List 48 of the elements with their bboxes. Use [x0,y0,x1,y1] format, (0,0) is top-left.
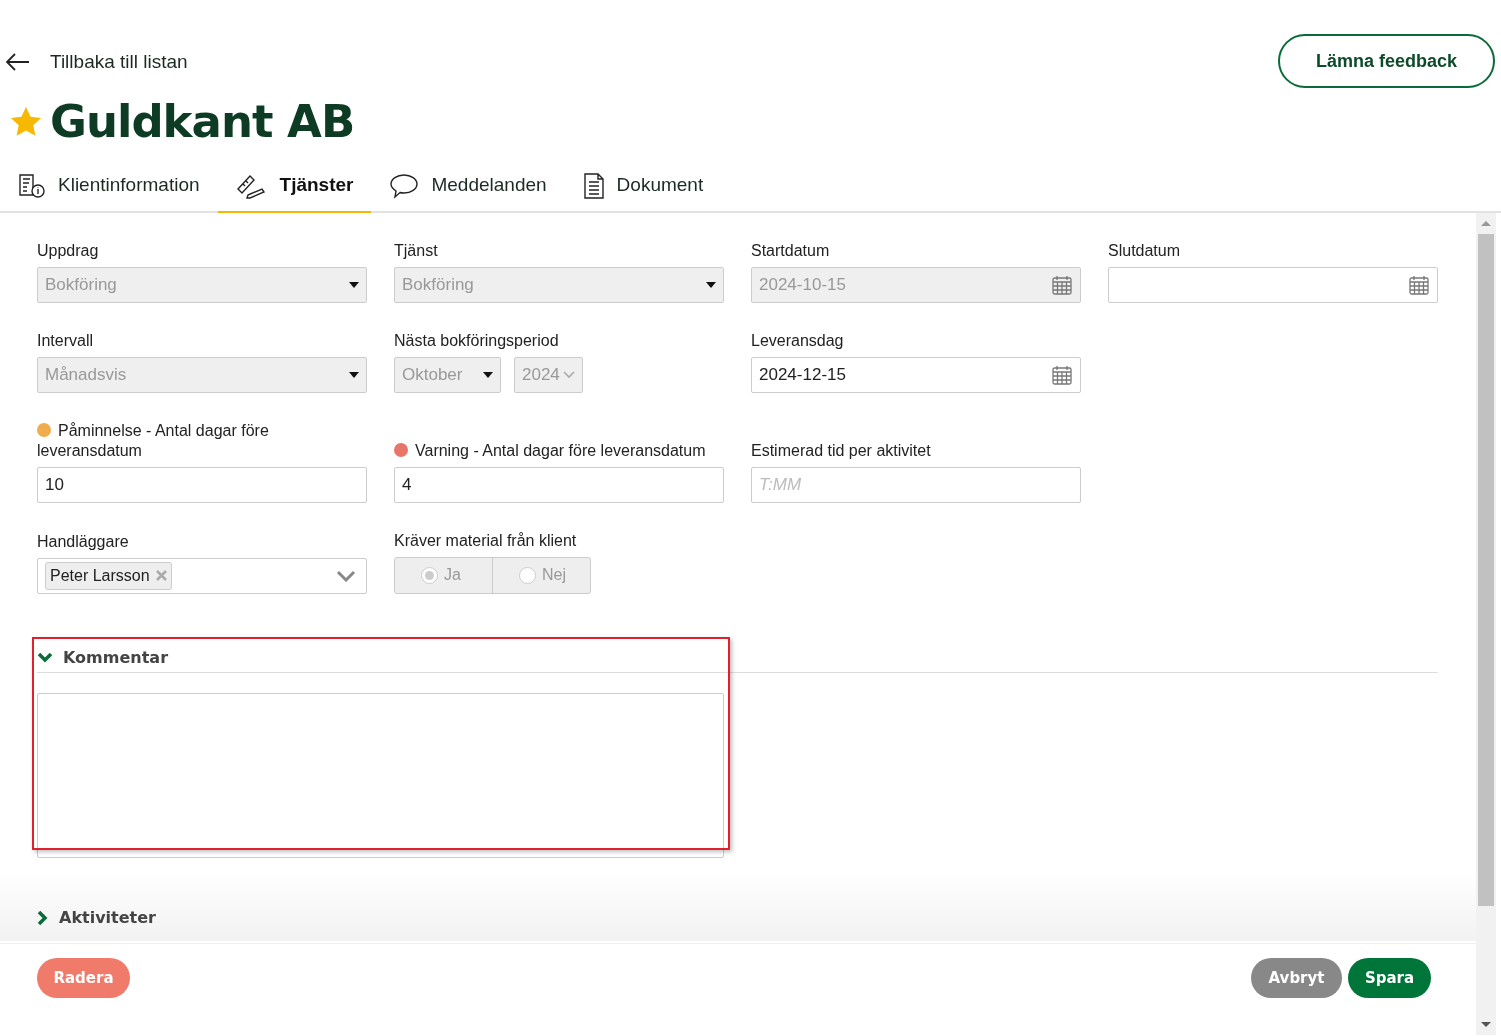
field-label: Nästa bokföringsperiod [394,330,560,351]
date-field[interactable]: 2024-12-15 [751,356,1081,393]
chevron-down-icon [37,651,53,664]
save-button[interactable]: Spara [1348,958,1431,998]
section-header[interactable]: Kommentar [37,645,1438,673]
caret-icon [483,371,493,378]
field-label: Varning - Antal dagar före leveransdatum [415,441,706,459]
calendar-icon [1408,273,1430,296]
field-label: Kräver material från klient [394,530,578,551]
back-link[interactable]: Tillbaka till listan [6,48,355,77]
field-label: Slutdatum [1108,240,1182,261]
field-label: Handläggare [37,531,130,552]
input-field[interactable]: T:MM [751,466,1081,503]
tab[interactable]: Dokument [564,160,722,213]
field-label: Startdatum [751,240,831,261]
field-label: Påminnelse - Antal dagar före leveransdatum [37,421,269,459]
remove-icon [155,570,167,581]
field-label: Leveransdag [751,330,845,351]
speech-bubble-icon [389,171,420,200]
back-arrow-icon [6,53,30,72]
page-title: Guldkant AB [50,96,355,147]
document-icon [582,171,605,200]
comment-textarea[interactable] [37,692,724,858]
date-field[interactable] [1108,266,1438,303]
input-field[interactable]: 10 [37,466,367,503]
chevron-down-icon [563,370,575,379]
caret-icon [349,371,359,378]
calendar-icon [1051,363,1073,386]
tab[interactable]: Tjänster [217,160,372,213]
caret-icon [706,281,716,288]
ruler-pencil-icon [235,172,268,199]
field-label: Tjänst [394,240,439,261]
field-label: Estimerad tid per aktivitet [751,440,932,461]
tab[interactable]: Klientinformation [0,160,218,213]
caret-icon [349,281,359,288]
person-tag: Peter Larsson [45,561,172,590]
field-label: Uppdrag [37,240,100,261]
chevron-right-icon [37,909,49,926]
scrollbar[interactable] [1476,212,1496,1035]
field-label: Intervall [37,330,95,351]
input-field[interactable]: 4 [394,466,724,503]
feedback-button[interactable]: Lämna feedback [1278,34,1495,88]
chevron-down-icon [336,569,356,582]
calendar-icon [1051,273,1073,296]
tab[interactable]: Meddelanden [371,160,565,213]
cancel-button[interactable]: Avbryt [1251,958,1342,998]
multi-select-field[interactable]: Peter Larsson [37,557,367,594]
info-list-icon [18,172,46,199]
